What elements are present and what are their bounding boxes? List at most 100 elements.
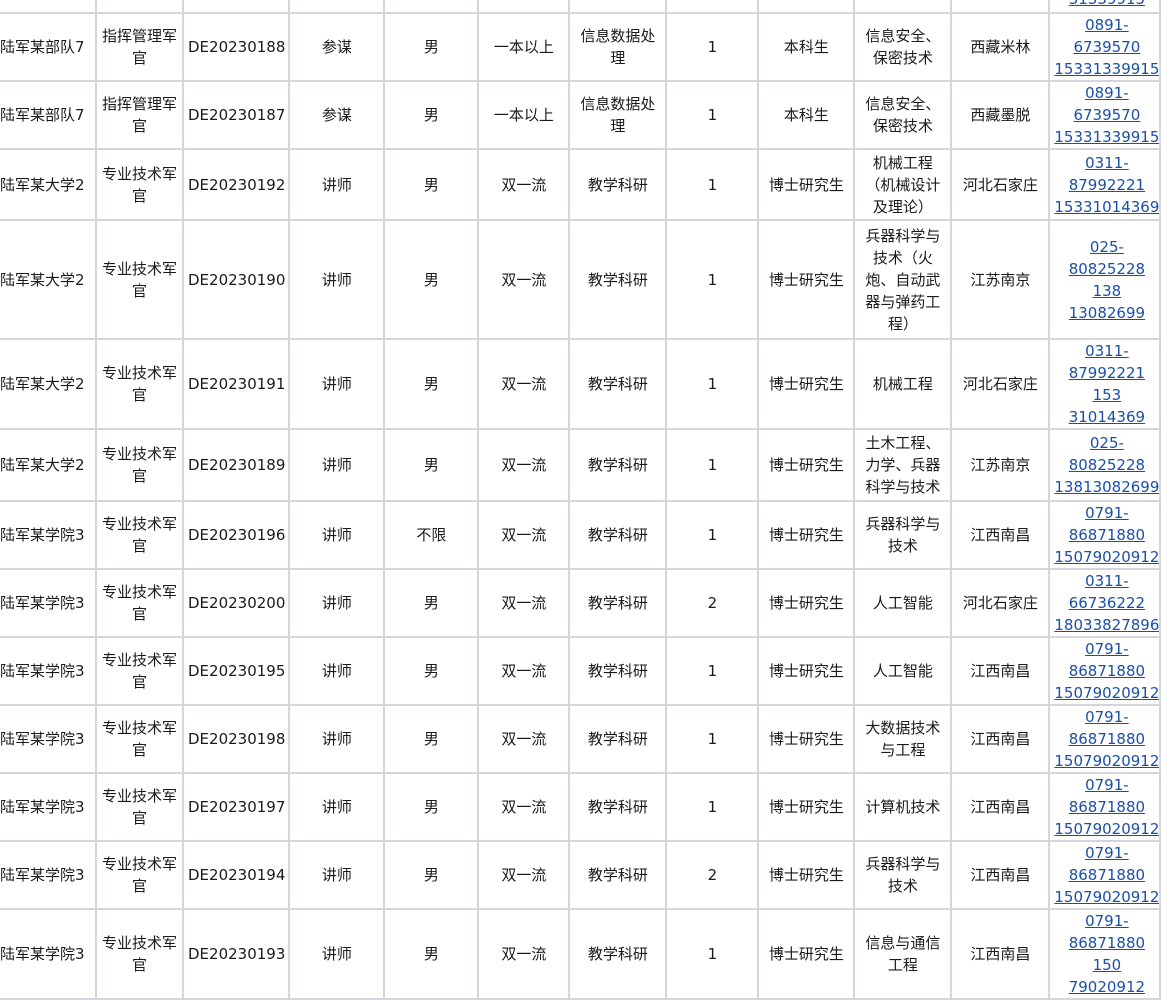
phone-link[interactable]: 0791- (1054, 775, 1158, 796)
phone-link[interactable]: 0311- (1054, 341, 1158, 362)
phone-link[interactable]: 15331339915 (1054, 58, 1158, 79)
unit-cell: 陆军某部队7 (0, 12, 97, 82)
location-cell: 江西南昌 (950, 500, 1051, 570)
degree-cell: 博士研究生 (757, 219, 856, 340)
count-cell: 1 (665, 500, 760, 570)
position-code-cell: DE20230195 (181, 636, 291, 706)
phone-link[interactable]: 15079020912 (1054, 546, 1158, 567)
phone-link[interactable]: 87992221 (1054, 362, 1158, 384)
major-category-cell: 教学科研 (568, 428, 668, 502)
phone-link[interactable]: 138 (1054, 280, 1158, 302)
phone-link[interactable]: 66736222 (1054, 592, 1158, 614)
table-row: 陆军某学院3 专业技术军官 DE20230195 讲师男双一流 教学科研 1 博士研究生 人工… (0, 636, 1162, 706)
category-cell: 专业技术军官 (95, 148, 184, 221)
degree-cell: 博士研究生 (757, 500, 856, 570)
contact-phone-cell: 0791-8687188015079020912 (1048, 500, 1162, 570)
phone-link[interactable]: 6739570 (1054, 104, 1158, 126)
degree-cell: 博士研究生 (757, 428, 856, 502)
unit-cell: 陆军某学院3 (0, 500, 97, 570)
count-cell: 1 (665, 428, 760, 502)
unit-cell: 陆军某大学2 (0, 148, 97, 221)
contact-phone-cell: 0891- 6739570 15331339915 (1048, 80, 1162, 150)
category-cell: 专业技术军官 (95, 219, 184, 340)
school-tier-cell: 双一流 (477, 704, 571, 774)
phone-link[interactable]: 79020912 (1054, 976, 1158, 997)
count-cell: 2 (665, 840, 760, 910)
phone-link[interactable]: 0891- (1054, 15, 1158, 36)
phone-link[interactable]: 6739570 (1054, 36, 1158, 58)
phone-link[interactable]: 80825228 (1054, 258, 1158, 280)
category-cell: 指挥管理军官 (95, 12, 184, 82)
major-cell: 兵器科学与技术 (853, 500, 953, 570)
count-cell: 1 (665, 80, 760, 150)
position-cell: 讲师 (288, 636, 386, 706)
major-cell: 兵器科学与技术 (853, 840, 953, 910)
unit-cell: 陆军某大学2 (0, 219, 97, 340)
location-cell: 河北石家庄 (950, 148, 1051, 221)
position-cell: 讲师 (288, 500, 386, 570)
major-cell: 大数据技术与工程 (853, 704, 953, 774)
gender-cell: 男 (383, 80, 480, 150)
major-cell: 人工智能 (853, 636, 953, 706)
phone-link[interactable]: 86871880 (1054, 864, 1158, 886)
contact-phone-cell: 31339915 (1048, 0, 1162, 14)
phone-link[interactable]: 18033827896 (1054, 614, 1158, 635)
phone-link[interactable]: 31014369 (1054, 406, 1158, 427)
phone-link[interactable]: 13082699 (1054, 302, 1158, 324)
phone-link[interactable]: 0891- (1054, 83, 1158, 104)
phone-link[interactable]: 86871880 (1054, 796, 1158, 818)
phone-link[interactable]: 15079020912 (1054, 682, 1158, 703)
contact-phone-cell: 0891- 6739570 15331339915 (1048, 12, 1162, 82)
unit-cell: 陆军某学院3 (0, 772, 97, 842)
table-row: 陆军某学院3 专业技术军官 DE20230200 讲师男双一流 教学科研 2 博士研究生 人工… (0, 568, 1162, 638)
phone-link[interactable]: 15079020912 (1054, 886, 1158, 907)
phone-link[interactable]: 15079020912 (1054, 818, 1158, 839)
phone-link[interactable]: 15331339915 (1054, 126, 1158, 147)
phone-link[interactable]: 80825228 (1054, 454, 1158, 476)
phone-link[interactable]: 0791- (1054, 843, 1158, 864)
phone-link[interactable]: 0791- (1054, 503, 1158, 524)
phone-link[interactable]: 15079020912 (1054, 750, 1158, 771)
phone-link[interactable]: 15331014369 (1054, 196, 1158, 218)
phone-link[interactable]: 86871880 (1054, 660, 1158, 682)
phone-link[interactable]: 025- (1054, 236, 1158, 258)
phone-link[interactable]: 86871880 (1054, 728, 1158, 750)
position-cell: 讲师 (288, 148, 386, 221)
phone-link[interactable]: 13813082699 (1054, 476, 1158, 498)
gender-cell: 男 (383, 12, 480, 82)
table-row: 陆军某部队7 指挥管理军官 DE20230187 参谋男一本以上 信息数据处理 1 本科生信… (0, 80, 1162, 150)
table-wrapper: 31339915陆军某部队7指挥管理军官DE20230188参谋男一本以上信息数… (0, 0, 1162, 1000)
phone-link[interactable]: 0791- (1054, 707, 1158, 728)
phone-link[interactable]: 31339915 (1054, 0, 1158, 10)
recruitment-table: 31339915陆军某部队7指挥管理军官DE20230188参谋男一本以上信息数… (0, 0, 1162, 1000)
phone-link[interactable]: 0311- (1054, 152, 1158, 174)
phone-link[interactable]: 86871880 (1054, 932, 1158, 954)
phone-link[interactable]: 0791- (1054, 639, 1158, 660)
position-cell: 讲师 (288, 338, 386, 430)
location-cell (950, 0, 1051, 14)
position-code-cell: DE20230191 (181, 338, 291, 430)
contact-phone-cell: 0791-8687188015079020912 (1048, 704, 1162, 774)
count-cell: 1 (665, 148, 760, 221)
phone-link[interactable]: 0791- (1054, 911, 1158, 932)
table-row: 陆军某学院3 专业技术军官 DE20230198 讲师男双一流 教学科研 1 博士研究生 大数… (0, 704, 1162, 774)
school-tier-cell: 双一流 (477, 636, 571, 706)
phone-link[interactable]: 153 (1054, 384, 1158, 406)
unit-cell: 陆军某大学2 (0, 428, 97, 502)
position-code-cell: DE20230197 (181, 772, 291, 842)
degree-cell: 博士研究生 (757, 568, 856, 638)
major-category-cell: 教学科研 (568, 219, 668, 340)
unit-cell: 陆军某部队7 (0, 80, 97, 150)
major-category-cell: 教学科研 (568, 704, 668, 774)
phone-link[interactable]: 87992221 (1054, 174, 1158, 196)
phone-link[interactable]: 025- (1054, 432, 1158, 454)
degree-cell: 博士研究生 (757, 772, 856, 842)
location-cell: 江苏南京 (950, 219, 1051, 340)
contact-phone-cell: 0311-8799222115331014369 (1048, 338, 1162, 430)
location-cell: 河北石家庄 (950, 338, 1051, 430)
count-cell: 1 (665, 636, 760, 706)
phone-link[interactable]: 0311- (1054, 571, 1158, 592)
phone-link[interactable]: 86871880 (1054, 524, 1158, 546)
count-cell: 1 (665, 219, 760, 340)
phone-link[interactable]: 150 (1054, 954, 1158, 976)
